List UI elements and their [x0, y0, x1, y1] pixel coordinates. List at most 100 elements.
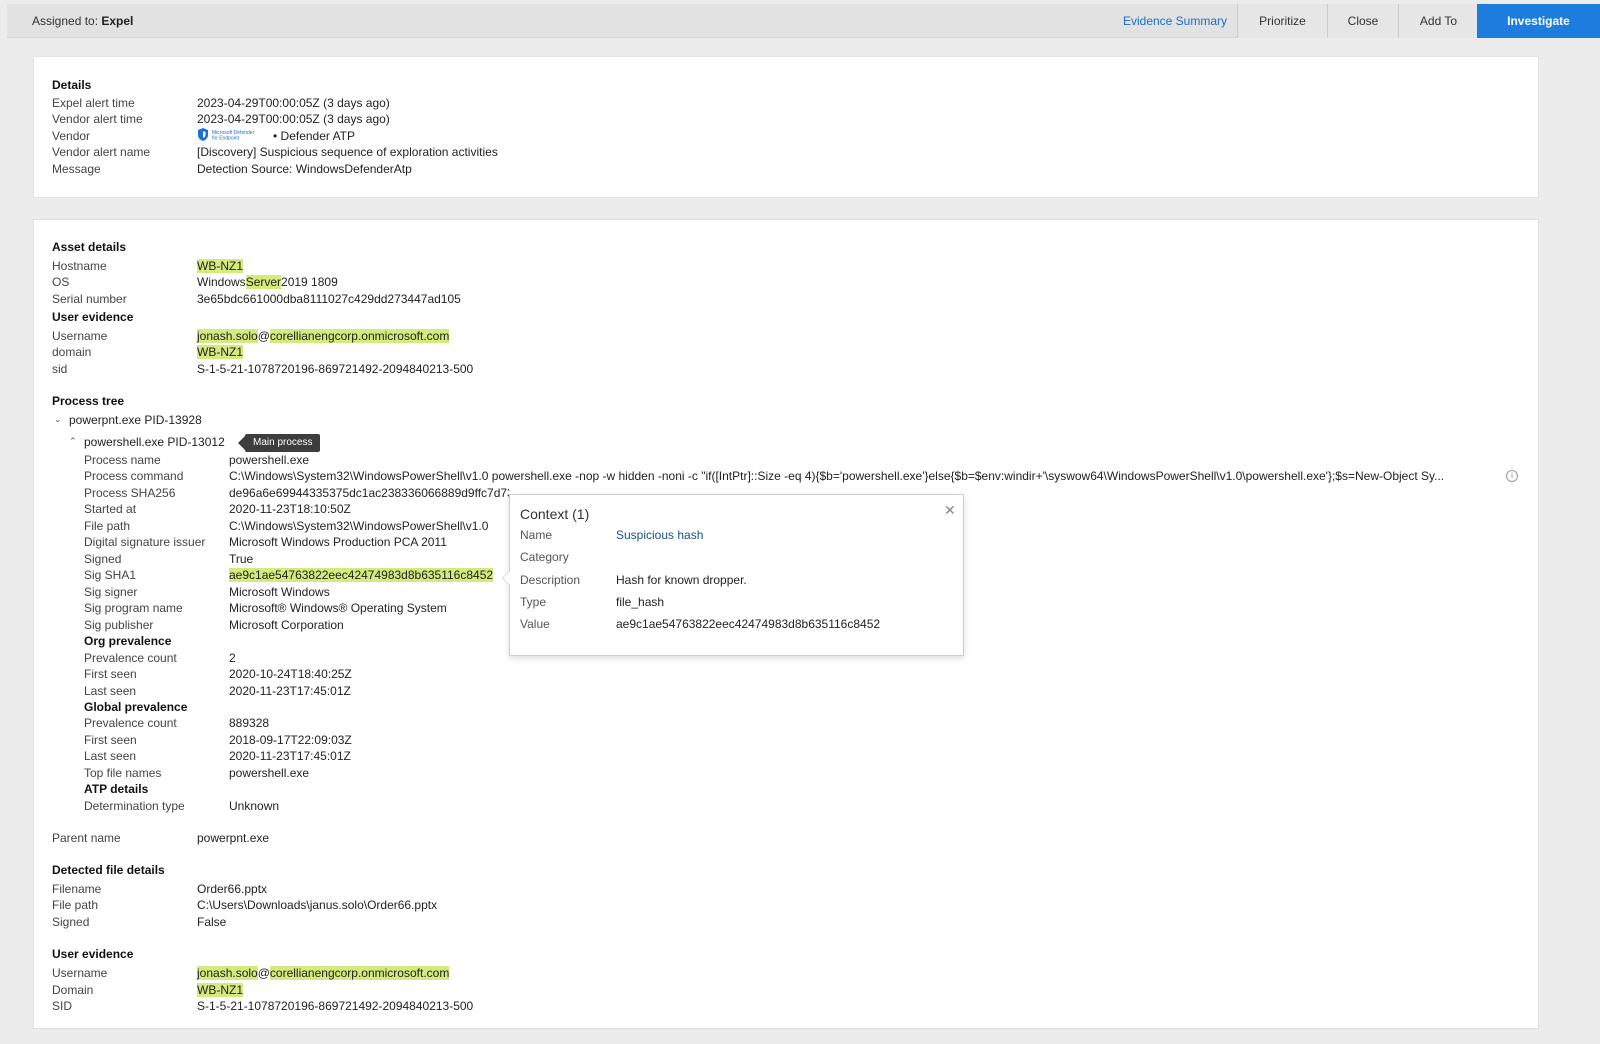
domain-value: WB-NZ1	[197, 983, 243, 998]
chevron-up-icon[interactable]: ⌃	[69, 436, 77, 447]
global-value: powershell.exe	[229, 766, 310, 780]
file-label: Filename	[52, 882, 102, 896]
os-value: WindowsServer2019 1809	[197, 275, 338, 290]
process-label: Sig signer	[84, 585, 138, 599]
domain-label: domain	[52, 345, 92, 359]
investigate-button[interactable]: Investigate	[1477, 4, 1600, 38]
file-value: Order66.pptx	[197, 882, 268, 896]
global-value: 2020-11-23T17:45:01Z	[229, 749, 351, 763]
atp-details-heading: ATP details	[84, 782, 149, 796]
process-value: powershell.exe	[229, 453, 310, 467]
process-value: C:\Windows\System32\WindowsPowerShell\v1…	[229, 519, 489, 533]
global-prevalence-heading: Global prevalence	[84, 700, 188, 714]
org-value: 2020-10-24T18:40:25Z	[229, 667, 352, 681]
context-label: Name	[520, 528, 553, 542]
sig-sha1-highlight[interactable]: ae9c1ae54763822eec42474983d8b635116c8452	[229, 568, 494, 582]
file-label: File path	[52, 898, 99, 912]
detail-value: Detection Source: WindowsDefenderAtp	[197, 162, 412, 176]
process-label: Digital signature issuer	[84, 535, 206, 549]
org-value: 2020-11-23T17:45:01Z	[229, 684, 351, 698]
user-evidence-heading: User evidence	[52, 310, 134, 324]
username-at: @	[257, 966, 270, 980]
file-label: Signed	[52, 915, 90, 929]
asset-heading: Asset details	[52, 240, 127, 254]
process-value: Microsoft Windows	[229, 585, 330, 599]
sid-value: S-1-5-21-1078720196-869721492-2094840213…	[197, 999, 474, 1013]
process-label: Sig SHA1	[84, 568, 137, 582]
global-label: Top file names	[84, 766, 162, 780]
parent-process-node[interactable]: powerpnt.exe PID-13928	[69, 413, 202, 428]
username-label: Username	[52, 329, 108, 343]
detail-label: Vendor alert name	[52, 145, 151, 159]
process-label: Sig program name	[84, 601, 183, 615]
username-domain-highlight[interactable]: corellianengcorp.onmicrosoft.com	[269, 966, 450, 980]
process-label: Process command	[84, 469, 184, 483]
assigned-value: Expel	[101, 14, 134, 28]
child-process-node[interactable]: powershell.exe PID-13012	[84, 435, 225, 450]
domain-highlight[interactable]: WB-NZ1	[197, 983, 243, 997]
domain-label: Domain	[52, 983, 94, 997]
process-label: Process name	[84, 453, 161, 467]
atp-label: Determination type	[84, 799, 185, 813]
domain-value: WB-NZ1	[197, 345, 243, 360]
close-icon[interactable]: ✕	[944, 502, 956, 519]
domain-highlight[interactable]: WB-NZ1	[197, 345, 243, 359]
sig-sha1-value[interactable]: ae9c1ae54763822eec42474983d8b635116c8452	[229, 568, 494, 583]
org-label: Prevalence count	[84, 651, 177, 665]
context-value: ae9c1ae54763822eec42474983d8b635116c8452	[616, 617, 881, 631]
context-label: Type	[520, 595, 547, 609]
context-title: Context (1)	[520, 506, 590, 522]
microsoft-defender-logo: Microsoft Defender for Endpoint	[198, 128, 255, 142]
atp-value: Unknown	[229, 799, 280, 813]
username-at: @	[257, 329, 270, 343]
sid-label: SID	[52, 999, 73, 1013]
serial-label: Serial number	[52, 292, 127, 306]
hostname-highlight[interactable]: WB-NZ1	[197, 259, 243, 273]
detected-file-heading: Detected file details	[52, 863, 165, 877]
file-value: C:\Users\Downloads\janus.solo\Order66.pp…	[197, 898, 438, 912]
process-label: File path	[84, 519, 131, 533]
process-command-value: C:\Windows\System32\WindowsPowerShell\v1…	[229, 469, 1445, 483]
os-part: Windows	[197, 275, 246, 289]
os-highlight[interactable]: Server	[245, 275, 282, 289]
global-value: 2018-09-17T22:09:03Z	[229, 733, 352, 747]
add-to-button[interactable]: Add To	[1398, 4, 1478, 38]
process-value: Microsoft® Windows® Operating System	[229, 601, 447, 615]
detail-label: Expel alert time	[52, 96, 135, 110]
org-label: First seen	[84, 667, 137, 681]
user-evidence-heading: User evidence	[52, 947, 134, 961]
context-label: Category	[520, 550, 569, 564]
chevron-down-icon[interactable]: ⌄	[54, 414, 62, 425]
username-highlight[interactable]: jonash.solo	[197, 329, 258, 343]
top-toolbar: Assigned to: Expel Evidence Summary Prio…	[7, 4, 1600, 38]
process-label: Signed	[84, 552, 122, 566]
context-value: file_hash	[616, 595, 665, 609]
org-label: Last seen	[84, 684, 137, 698]
global-label: First seen	[84, 733, 137, 747]
info-icon[interactable]: i	[1506, 470, 1518, 482]
parent-name-label: Parent name	[52, 831, 121, 845]
process-label: Sig publisher	[84, 618, 154, 632]
detail-label: Vendor	[52, 129, 91, 143]
assigned-label: Assigned to:	[32, 14, 102, 28]
evidence-summary-link[interactable]: Evidence Summary	[1113, 4, 1237, 38]
detail-value: [Discovery] Suspicious sequence of explo…	[197, 145, 498, 159]
prioritize-button[interactable]: Prioritize	[1237, 4, 1327, 38]
process-value: 2020-11-23T18:10:50Z	[229, 502, 351, 516]
username-domain-highlight[interactable]: corellianengcorp.onmicrosoft.com	[269, 329, 450, 343]
process-value: True	[229, 552, 254, 566]
context-popup: Context (1) ✕ Name Suspicious hash Categ…	[502, 494, 964, 656]
hostname-label: Hostname	[52, 259, 107, 273]
username-highlight[interactable]: jonash.solo	[197, 966, 258, 980]
context-name-link[interactable]: Suspicious hash	[616, 528, 703, 542]
parent-name-value: powerpnt.exe	[197, 831, 270, 845]
detail-label: Vendor alert time	[52, 112, 143, 126]
close-button[interactable]: Close	[1327, 4, 1398, 38]
process-tree-heading: Process tree	[52, 394, 125, 408]
detail-label: Message	[52, 162, 101, 176]
org-prevalence-heading: Org prevalence	[84, 634, 172, 648]
detail-value: 2023-04-29T00:00:05Z (3 days ago)	[197, 96, 390, 110]
hostname-value[interactable]: WB-NZ1	[197, 259, 243, 274]
global-value: 889328	[229, 716, 270, 730]
process-sha256-value[interactable]: de96a6e69944335375dc1ac238336066889d9ffc…	[229, 486, 509, 501]
